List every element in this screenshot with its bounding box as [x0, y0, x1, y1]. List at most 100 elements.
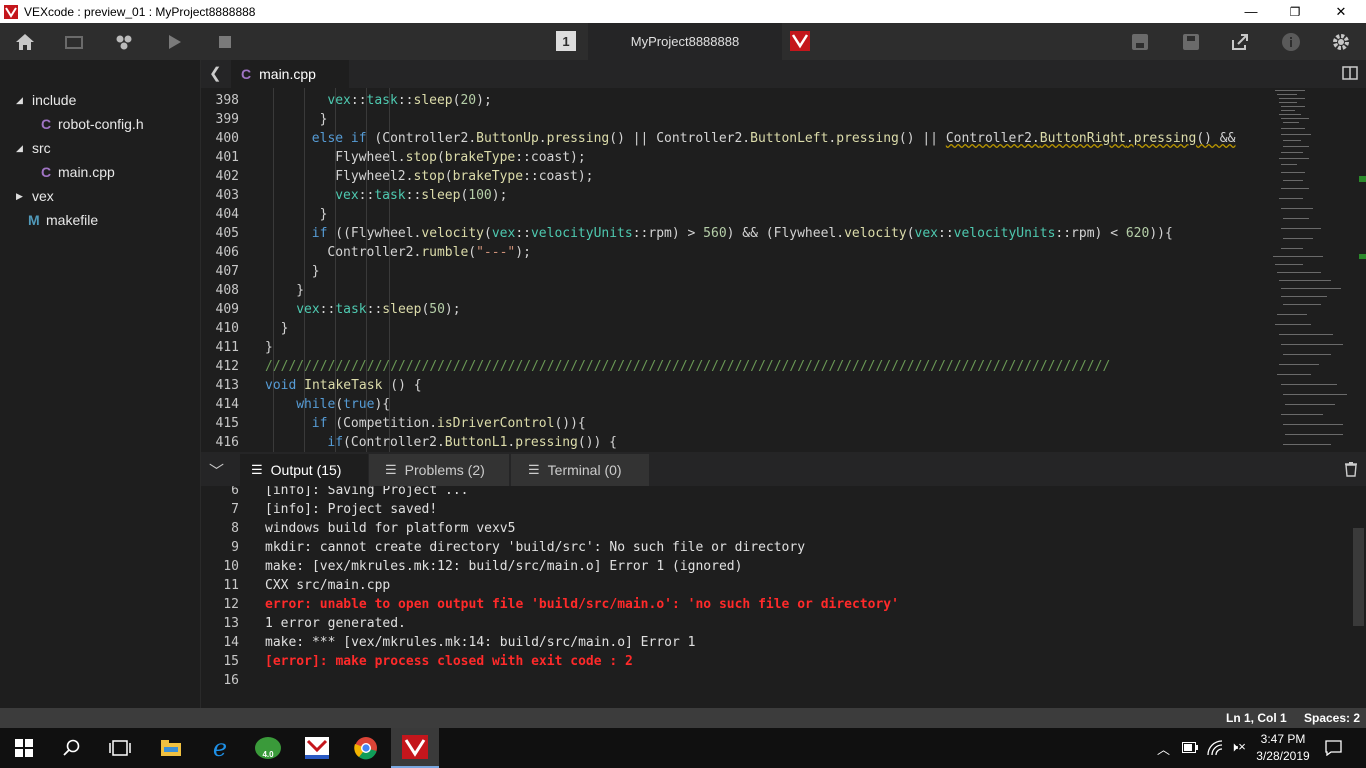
list-icon: ☰: [385, 462, 397, 477]
code-text: }: [265, 340, 273, 355]
code-line[interactable]: 409 vex::task::sleep(50);: [201, 300, 1269, 319]
tab-terminal[interactable]: ☰ Terminal (0): [511, 454, 649, 486]
info-icon[interactable]: [1281, 32, 1301, 52]
robotc-app[interactable]: 4.0: [244, 728, 292, 768]
tree-file-main-cpp[interactable]: C main.cpp: [41, 161, 115, 183]
cpp-file-icon: C: [41, 164, 52, 180]
code-text: vex::task::sleep(50);: [296, 302, 461, 317]
gmail-app[interactable]: [293, 728, 341, 768]
volume-muted-icon[interactable]: 🕨×: [1230, 739, 1246, 755]
output-scrollbar[interactable]: [1351, 486, 1366, 708]
split-editor-icon[interactable]: [1342, 66, 1358, 80]
search-icon: [63, 739, 80, 756]
ie-icon: e: [212, 734, 228, 762]
minimap[interactable]: [1269, 88, 1366, 452]
code-line[interactable]: 406 Controller2.rumble("---");: [201, 243, 1269, 262]
tree-file-robot-config[interactable]: C robot-config.h: [41, 113, 144, 135]
cursor-position[interactable]: Ln 1, Col 1: [1226, 711, 1287, 725]
cpp-file-icon: C: [41, 116, 52, 132]
code-editor[interactable]: 398 vex::task::sleep(20); 399} 400 else if (…: [201, 88, 1269, 452]
code-line[interactable]: 415 if (Competition.isDriverControl()){: [201, 414, 1269, 433]
internet-explorer-app[interactable]: e: [196, 728, 244, 768]
start-button[interactable]: [0, 728, 48, 768]
code-line[interactable]: 398 vex::task::sleep(20);: [201, 91, 1269, 110]
code-text: vex::task::sleep(20);: [327, 93, 492, 108]
slot-selector-button[interactable]: 1: [556, 31, 576, 51]
output-text: [info]: Saving Project ...: [265, 486, 469, 498]
line-number: 400: [215, 131, 239, 146]
code-line[interactable]: 405 if ((Flywheel.velocity(vex::velocityU…: [201, 224, 1269, 243]
chrome-icon: [354, 737, 377, 760]
line-number: 410: [215, 321, 239, 336]
code-line[interactable]: 408}: [201, 281, 1269, 300]
folder-collapsed-icon: ▶: [16, 190, 23, 201]
system-clock[interactable]: 3:47 PM 3/28/2019: [1250, 731, 1316, 765]
chrome-app[interactable]: [342, 728, 390, 768]
tree-folder-src[interactable]: ◢ src: [16, 137, 51, 159]
vexcode-app-active[interactable]: [391, 728, 439, 768]
share-icon[interactable]: [1230, 32, 1250, 52]
line-number: 14: [223, 635, 239, 650]
line-number: 6: [231, 486, 239, 498]
code-line[interactable]: 403 vex::task::sleep(100);: [201, 186, 1269, 205]
notifications-icon[interactable]: [1325, 740, 1342, 756]
home-icon[interactable]: [15, 32, 35, 52]
code-line[interactable]: 414 while(true){: [201, 395, 1269, 414]
close-button[interactable]: ✕: [1318, 0, 1364, 23]
save-icon[interactable]: [1130, 32, 1150, 52]
code-line[interactable]: 399}: [201, 110, 1269, 129]
code-line[interactable]: 400 else if (Controller2.ButtonUp.pressin…: [201, 129, 1269, 148]
code-text: }: [280, 321, 289, 336]
code-line[interactable]: 411}: [201, 338, 1269, 357]
maximize-button[interactable]: ❐: [1272, 0, 1318, 23]
tree-folder-vex[interactable]: ▶ vex: [16, 185, 54, 207]
task-view-button[interactable]: [96, 728, 144, 768]
devices-icon[interactable]: [64, 32, 84, 52]
project-name[interactable]: MyProject8888888: [588, 23, 782, 60]
robot-app-icon: 4.0: [255, 737, 281, 759]
collapse-panel-chevron-icon[interactable]: ﹀: [209, 460, 224, 481]
app-version-badge: 4.0: [262, 750, 274, 759]
minimize-button[interactable]: —: [1228, 0, 1274, 23]
code-line[interactable]: 407}: [201, 262, 1269, 281]
output-text: [info]: Project saved!: [265, 502, 438, 517]
file-explorer-app[interactable]: [147, 728, 195, 768]
code-line[interactable]: 410}: [201, 319, 1269, 338]
line-number: 16: [223, 673, 239, 688]
output-console[interactable]: 6 [info]: Saving Project ... 7 [info]: Proj…: [201, 486, 1351, 708]
trash-icon[interactable]: [1344, 461, 1358, 477]
folder-expanded-icon: ◢: [16, 142, 23, 153]
code-line[interactable]: 401 Flywheel.stop(brakeType::coast);: [201, 148, 1269, 167]
line-number: 409: [215, 302, 239, 317]
battery-icon[interactable]: [1182, 742, 1198, 753]
line-number: 403: [215, 188, 239, 203]
show-hidden-icons-chevron-icon[interactable]: ︿: [1157, 739, 1170, 758]
tree-item-label: robot-config.h: [58, 116, 144, 132]
settings-gear-icon[interactable]: [1331, 32, 1351, 52]
code-line[interactable]: 402 Flywheel2.stop(brakeType::coast);: [201, 167, 1269, 186]
tab-main-cpp[interactable]: C main.cpp: [231, 60, 349, 88]
tree-folder-include[interactable]: ◢ include: [16, 89, 76, 111]
line-number: 11: [223, 578, 239, 593]
code-line[interactable]: 412 /////////////////////////////////////…: [201, 357, 1269, 376]
indentation-setting[interactable]: Spaces: 2: [1304, 711, 1360, 725]
search-button[interactable]: [48, 728, 96, 768]
window-title: VEXcode : preview_01 : MyProject8888888: [24, 4, 256, 19]
wifi-icon[interactable]: [1207, 740, 1223, 756]
tree-file-makefile[interactable]: M makefile: [28, 209, 98, 231]
folder-icon: [161, 740, 181, 756]
code-line[interactable]: 416 if(Controller2.ButtonL1.pressing()) {: [201, 433, 1269, 452]
save-as-icon[interactable]: [1181, 32, 1201, 52]
stop-icon[interactable]: [215, 32, 235, 52]
brain-status-icon[interactable]: [790, 31, 810, 51]
scrollbar-thumb[interactable]: [1353, 528, 1364, 626]
code-line[interactable]: 404}: [201, 205, 1269, 224]
tab-output[interactable]: ☰ Output (15): [240, 454, 368, 486]
minimap-preview: [1273, 90, 1366, 445]
code-text: ////////////////////////////////////////…: [265, 359, 1111, 374]
back-chevron-icon[interactable]: ❮: [209, 64, 222, 82]
code-line[interactable]: 413 void IntakeTask () {: [201, 376, 1269, 395]
play-icon[interactable]: [164, 32, 184, 52]
examples-icon[interactable]: [114, 32, 134, 52]
tab-problems[interactable]: ☰ Problems (2): [369, 454, 509, 486]
